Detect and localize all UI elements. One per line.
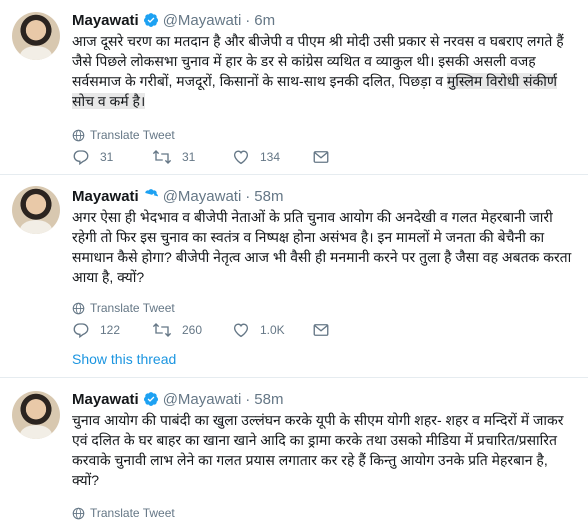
translate-tweet-link[interactable]: Translate Tweet bbox=[72, 505, 175, 521]
retweet-button[interactable]: 31 bbox=[152, 148, 232, 166]
verified-badge-icon bbox=[143, 12, 159, 28]
tweet-header: Mayawati @Mayawati · 58m bbox=[72, 389, 578, 409]
direct-message-button[interactable] bbox=[312, 321, 342, 339]
verified-badge-icon bbox=[143, 188, 159, 204]
avatar[interactable] bbox=[12, 186, 60, 234]
author-handle[interactable]: @Mayawati bbox=[163, 391, 242, 408]
author-name[interactable]: Mayawati bbox=[72, 12, 139, 29]
translate-tweet-label: Translate Tweet bbox=[90, 301, 175, 315]
globe-icon bbox=[72, 302, 85, 314]
retweet-button[interactable]: 260 bbox=[152, 321, 232, 339]
envelope-icon bbox=[313, 151, 329, 163]
translate-tweet-label: Translate Tweet bbox=[90, 128, 175, 142]
reply-count: 122 bbox=[100, 323, 121, 337]
reply-count: 31 bbox=[100, 150, 114, 164]
tweet-content: Mayawati @Mayawati · 6m आज दूसरे चरण का … bbox=[72, 10, 578, 142]
separator-dot: · bbox=[245, 187, 251, 205]
retweet-icon bbox=[152, 150, 172, 164]
tweet-text: अगर ऐसा ही भेदभाव व बीजेपी नेताओं के प्र… bbox=[72, 209, 572, 285]
reply-icon bbox=[73, 150, 89, 166]
author-name[interactable]: Mayawati bbox=[72, 188, 139, 205]
globe-icon bbox=[72, 507, 85, 519]
author-name[interactable]: Mayawati bbox=[72, 391, 139, 408]
reply-button[interactable]: 31 bbox=[72, 148, 152, 166]
direct-message-button[interactable] bbox=[312, 148, 342, 166]
avatar[interactable] bbox=[12, 391, 60, 439]
verified-badge-icon bbox=[143, 391, 159, 407]
tweet-timestamp[interactable]: 58m bbox=[254, 391, 283, 408]
tweet-text: आज दूसरे चरण का मतदान है और बीजेपी व पीए… bbox=[72, 31, 578, 111]
author-handle[interactable]: @Mayawati bbox=[163, 12, 242, 29]
author-handle[interactable]: @Mayawati bbox=[163, 188, 242, 205]
retweet-icon bbox=[152, 323, 172, 337]
tweet[interactable]: Mayawati @Mayawati · 6m आज दूसरे चरण का … bbox=[0, 0, 588, 175]
like-count: 134 bbox=[260, 150, 281, 164]
tweet-timestamp[interactable]: 6m bbox=[254, 12, 275, 29]
globe-icon bbox=[72, 129, 85, 141]
like-button[interactable]: 1.0K bbox=[232, 321, 312, 339]
reply-button[interactable]: 122 bbox=[72, 321, 152, 339]
retweet-count: 260 bbox=[182, 323, 203, 337]
tweet-content: Mayawati @Mayawati · 58m चुनाव आयोग की प… bbox=[72, 389, 578, 521]
like-button[interactable]: 134 bbox=[232, 148, 312, 166]
tweet-content: Mayawati @Mayawati · 58m अगर ऐसा ही भेदभ… bbox=[72, 186, 578, 316]
separator-dot: · bbox=[245, 11, 251, 29]
translate-tweet-label: Translate Tweet bbox=[90, 506, 175, 520]
translate-tweet-link[interactable]: Translate Tweet bbox=[72, 300, 175, 316]
translate-tweet-link[interactable]: Translate Tweet bbox=[72, 127, 175, 143]
retweet-count: 31 bbox=[182, 150, 196, 164]
separator-dot: · bbox=[245, 390, 251, 408]
envelope-icon bbox=[313, 324, 329, 336]
heart-icon bbox=[233, 150, 249, 165]
tweet[interactable]: Mayawati @Mayawati · 58m चुनाव आयोग की प… bbox=[0, 379, 588, 521]
tweet-header: Mayawati @Mayawati · 58m bbox=[72, 186, 578, 206]
tweet-actions: 122 260 1.0K bbox=[72, 320, 342, 340]
avatar[interactable] bbox=[12, 12, 60, 60]
tweet[interactable]: Mayawati @Mayawati · 58m अगर ऐसा ही भेदभ… bbox=[0, 176, 588, 378]
tweet-header: Mayawati @Mayawati · 6m bbox=[72, 10, 578, 30]
heart-icon bbox=[233, 323, 249, 338]
tweet-text: चुनाव आयोग की पाबंदी का खुला उल्लंघन करक… bbox=[72, 412, 564, 488]
show-thread-link[interactable]: Show this thread bbox=[72, 351, 176, 367]
tweet-actions: 31 31 134 bbox=[72, 147, 342, 167]
reply-icon bbox=[73, 323, 89, 339]
like-count: 1.0K bbox=[260, 323, 285, 337]
tweet-timestamp[interactable]: 58m bbox=[254, 188, 283, 205]
